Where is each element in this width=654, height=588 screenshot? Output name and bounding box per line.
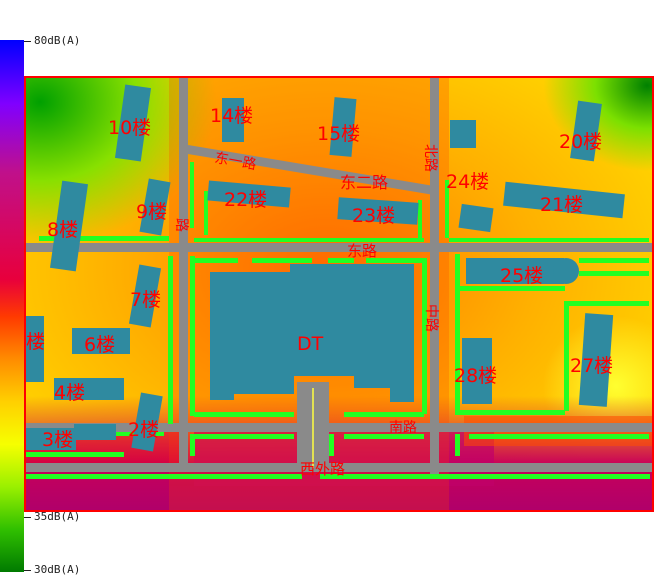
label-road-east-second: 东二路 bbox=[340, 173, 388, 192]
label-road-west-outer: 西外路 bbox=[300, 460, 345, 478]
label-road-south: 南路 bbox=[389, 420, 417, 436]
label-building-23: 23楼 bbox=[352, 205, 395, 227]
label-building-4: 4楼 bbox=[54, 382, 85, 404]
label-building-15: 15楼 bbox=[317, 123, 360, 145]
building-25-end bbox=[553, 258, 579, 284]
legend-tick-label: 80dB(A) bbox=[34, 34, 81, 47]
label-building-21: 21楼 bbox=[540, 194, 583, 216]
label-building-28: 28楼 bbox=[454, 365, 497, 387]
road-south bbox=[24, 423, 654, 432]
legend-tick bbox=[24, 570, 31, 571]
label-building-9: 9楼 bbox=[136, 201, 167, 223]
road-vertical-east bbox=[430, 78, 439, 474]
label-building-7: 7楼 bbox=[130, 289, 161, 311]
label-building-24: 24楼 bbox=[446, 171, 489, 193]
label-road-rotated-c: 中路 bbox=[423, 304, 439, 332]
legend-tick bbox=[24, 41, 31, 42]
label-road-rotated-b: 北路 bbox=[422, 144, 438, 172]
road-vertical-west bbox=[179, 78, 188, 464]
label-building-3: 3楼 bbox=[42, 429, 73, 451]
building-3-annex bbox=[74, 424, 116, 440]
legend-tick bbox=[24, 517, 31, 518]
label-building-5: 5楼 bbox=[24, 331, 45, 353]
label-building-20: 20楼 bbox=[559, 131, 602, 153]
label-building-8: 8楼 bbox=[47, 219, 78, 241]
label-building-14: 14楼 bbox=[210, 105, 253, 127]
legend-tick-label: 35dB(A) bbox=[34, 510, 81, 523]
road-east bbox=[24, 243, 654, 252]
legend-color-scale bbox=[0, 40, 24, 572]
label-building-2: 2楼 bbox=[128, 419, 159, 441]
building-24-north bbox=[450, 120, 476, 148]
label-road-east: 东路 bbox=[347, 242, 377, 260]
legend-tick-label: 30dB(A) bbox=[34, 563, 81, 576]
building-24-south bbox=[458, 203, 494, 233]
label-building-22: 22楼 bbox=[224, 189, 267, 211]
label-building-dt: DT bbox=[297, 333, 324, 355]
label-building-10: 10楼 bbox=[108, 117, 151, 139]
label-building-6: 6楼 bbox=[84, 334, 115, 356]
noise-contour-map: 10楼 14楼 15楼 20楼 24楼 22楼 9楼 8楼 23楼 21楼 25… bbox=[24, 76, 654, 510]
label-building-25: 25楼 bbox=[500, 265, 543, 287]
label-road-rotated-d: 路 bbox=[173, 218, 189, 232]
label-building-27: 27楼 bbox=[570, 355, 613, 377]
